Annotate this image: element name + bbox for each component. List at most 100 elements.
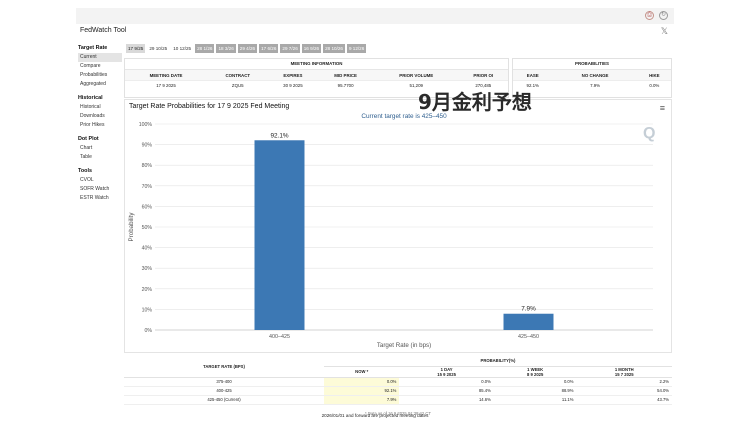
probability-month-cell: 54.0% [576, 386, 672, 396]
sidebar-item-historical[interactable]: Historical [78, 103, 122, 112]
tab-meeting-date[interactable]: 29 10/25 [147, 44, 169, 53]
sidebar-item-compare[interactable]: Compare [78, 62, 122, 71]
y-tick-label: 80% [142, 163, 153, 169]
meeting-info-header: EXPIRES [268, 69, 318, 81]
refresh-icon[interactable]: ↻ [659, 11, 668, 20]
y-tick-label: 40% [142, 246, 153, 252]
sidebar-item-chart[interactable]: Chart [78, 144, 122, 153]
tab-meeting-date[interactable]: 29 7/26 [280, 44, 300, 53]
sidebar-heading: Historical [78, 95, 103, 101]
tab-meeting-date[interactable]: 28 1/26 [195, 44, 215, 53]
meeting-info-header: PRIOR VOLUME [373, 69, 459, 81]
y-tick-label: 0% [145, 328, 153, 334]
sidebar-item-cvol[interactable]: CVOL [78, 176, 122, 185]
sidebar-item-estr-watch[interactable]: ESTR Watch [78, 194, 122, 203]
meeting-info-cell: 95.7700 [317, 80, 374, 91]
sidebar-nav: Target Rate Current Compare Probabilities Ag… [78, 45, 122, 203]
y-tick-label: 100% [139, 122, 153, 128]
sidebar-item-prior-hikes[interactable]: Prior Hikes [78, 121, 122, 130]
meeting-tabs: 17 9/25 29 10/25 10 12/25 28 1/26 18 3/26 29 … [126, 44, 367, 53]
app-frame: ⎙ ↻ FedWatch Tool 𝕏 Target Rate Current Co… [76, 8, 674, 422]
probability-header: EASE [513, 69, 553, 81]
probability-day-cell: 0.0% [399, 377, 494, 387]
sidebar-heading: Dot Plot [78, 136, 99, 142]
rate-header: TARGET RATE (BPS) [124, 356, 324, 378]
bar [503, 313, 554, 330]
probability-day-cell: 85.4% [399, 386, 494, 396]
sidebar-item-aggregated[interactable]: Aggregated [78, 80, 122, 89]
tab-meeting-date[interactable]: 16 9/26 [301, 44, 322, 53]
y-tick-label: 60% [142, 204, 153, 210]
y-tick-label: 50% [142, 225, 153, 231]
probability-week-cell: 11.1% [493, 395, 577, 405]
tab-meeting-date[interactable]: 9 12/26 [346, 44, 367, 53]
meeting-info-header: CONTRACT [207, 69, 269, 81]
x-axis-label: Target Rate (in bps) [377, 342, 431, 349]
tab-meeting-date[interactable]: 18 3/26 [216, 44, 236, 53]
table-row: 425-450 (Current) 7.9% 14.6% 11.1% 43.7% [124, 395, 672, 405]
probability-group-header: PROBABILITY(%) [324, 356, 672, 367]
probability-header: NO CHANGE [552, 69, 638, 81]
probability-cell: 7.9% [552, 80, 638, 91]
x-tick-label: 400–425 [269, 334, 290, 340]
y-tick-label: 10% [142, 307, 153, 313]
bar-chart: Current target rate is 425–4500%10%20%30… [128, 113, 653, 349]
probability-month-cell: 2.2% [576, 377, 672, 387]
probability-cell: 0.0% [637, 80, 671, 91]
table-row: 400-425 92.1% 85.4% 88.9% 54.0% [124, 386, 672, 396]
sidebar-item-table[interactable]: Table [78, 153, 122, 162]
probability-now-cell: 0.0% [324, 377, 400, 387]
probability-now-cell: 7.9% [324, 395, 400, 405]
print-icon[interactable]: ⎙ [645, 11, 654, 20]
chart-title: Target Rate Probabilities for 17 9 2025 … [129, 103, 290, 110]
sidebar-item-sofr-watch[interactable]: SOFR Watch [78, 185, 122, 194]
one-day-header: 1 DAY 15 9 2025 [399, 366, 494, 378]
probabilities-title: PROBABILITIES [575, 61, 609, 66]
meeting-info-header: PRIOR OI [458, 69, 508, 81]
probability-now-cell: 92.1% [324, 386, 400, 396]
table-row: 375-400 0.0% 0.0% 0.0% 2.2% [124, 377, 672, 387]
bar [254, 140, 305, 330]
y-axis-label: Probability [128, 212, 135, 242]
tab-meeting-date[interactable]: 28 10/26 [323, 44, 345, 53]
probabilities-panel: PROBABILITIES EASE NO CHANGE HIKE 92.1% 7.9… [512, 58, 672, 98]
y-tick-label: 70% [142, 184, 153, 190]
chart-panel: Target Rate Probabilities for 17 9 2025 … [124, 99, 672, 353]
sidebar-heading: Tools [78, 168, 92, 174]
projected-dates-note: 2026/01/01 and forward are projected mee… [321, 413, 429, 418]
target-rate-cell: 375-400 [124, 377, 324, 387]
probability-header: HIKE [637, 69, 671, 81]
sidebar-heading: Target Rate [78, 45, 108, 51]
tab-meeting-date[interactable]: 29 4/26 [237, 44, 258, 53]
meeting-info-header: MID PRICE [317, 69, 374, 81]
now-header: NOW * [324, 366, 400, 378]
target-rate-cell: 400-425 [124, 386, 324, 396]
probability-day-cell: 14.6% [399, 395, 494, 405]
meeting-info-cell: 17 9 2025 [125, 80, 208, 91]
probability-week-cell: 88.9% [493, 386, 577, 396]
probability-month-cell: 43.7% [576, 395, 672, 405]
top-bar: ⎙ ↻ [76, 8, 674, 24]
tab-meeting-date[interactable]: 17 6/26 [259, 44, 279, 53]
sidebar-item-current[interactable]: Current [78, 53, 122, 62]
probability-week-cell: 0.0% [493, 377, 577, 387]
y-tick-label: 90% [142, 143, 153, 149]
close-icon[interactable]: 𝕏 [661, 26, 668, 37]
one-week-header: 1 WEEK 8 9 2025 [493, 366, 577, 378]
sidebar-item-downloads[interactable]: Downloads [78, 112, 122, 121]
tab-meeting-date[interactable]: 17 9/25 [126, 44, 146, 53]
tab-meeting-date[interactable]: 10 12/25 [171, 44, 193, 53]
probability-history-table: TARGET RATE (BPS) PROBABILITY(%) NOW * 1… [124, 356, 672, 418]
target-rate-cell: 425-450 (Current) [124, 395, 324, 405]
y-tick-label: 30% [142, 266, 153, 272]
one-month-header: 1 MONTH 15 7 2025 [576, 366, 672, 378]
q-logo-icon: Q [643, 125, 656, 142]
sidebar-item-probabilities[interactable]: Probabilities [78, 71, 122, 80]
overlay-caption: 9月金利予想 [418, 90, 532, 114]
meeting-info-cell: 30 9 2025 [268, 80, 318, 91]
meeting-info-header: MEETING DATE [125, 69, 208, 81]
app-title: FedWatch Tool [80, 27, 127, 34]
data-label: 7.9% [521, 306, 536, 313]
data-label: 92.1% [270, 132, 288, 139]
meeting-info-cell: ZQU5 [207, 80, 269, 91]
